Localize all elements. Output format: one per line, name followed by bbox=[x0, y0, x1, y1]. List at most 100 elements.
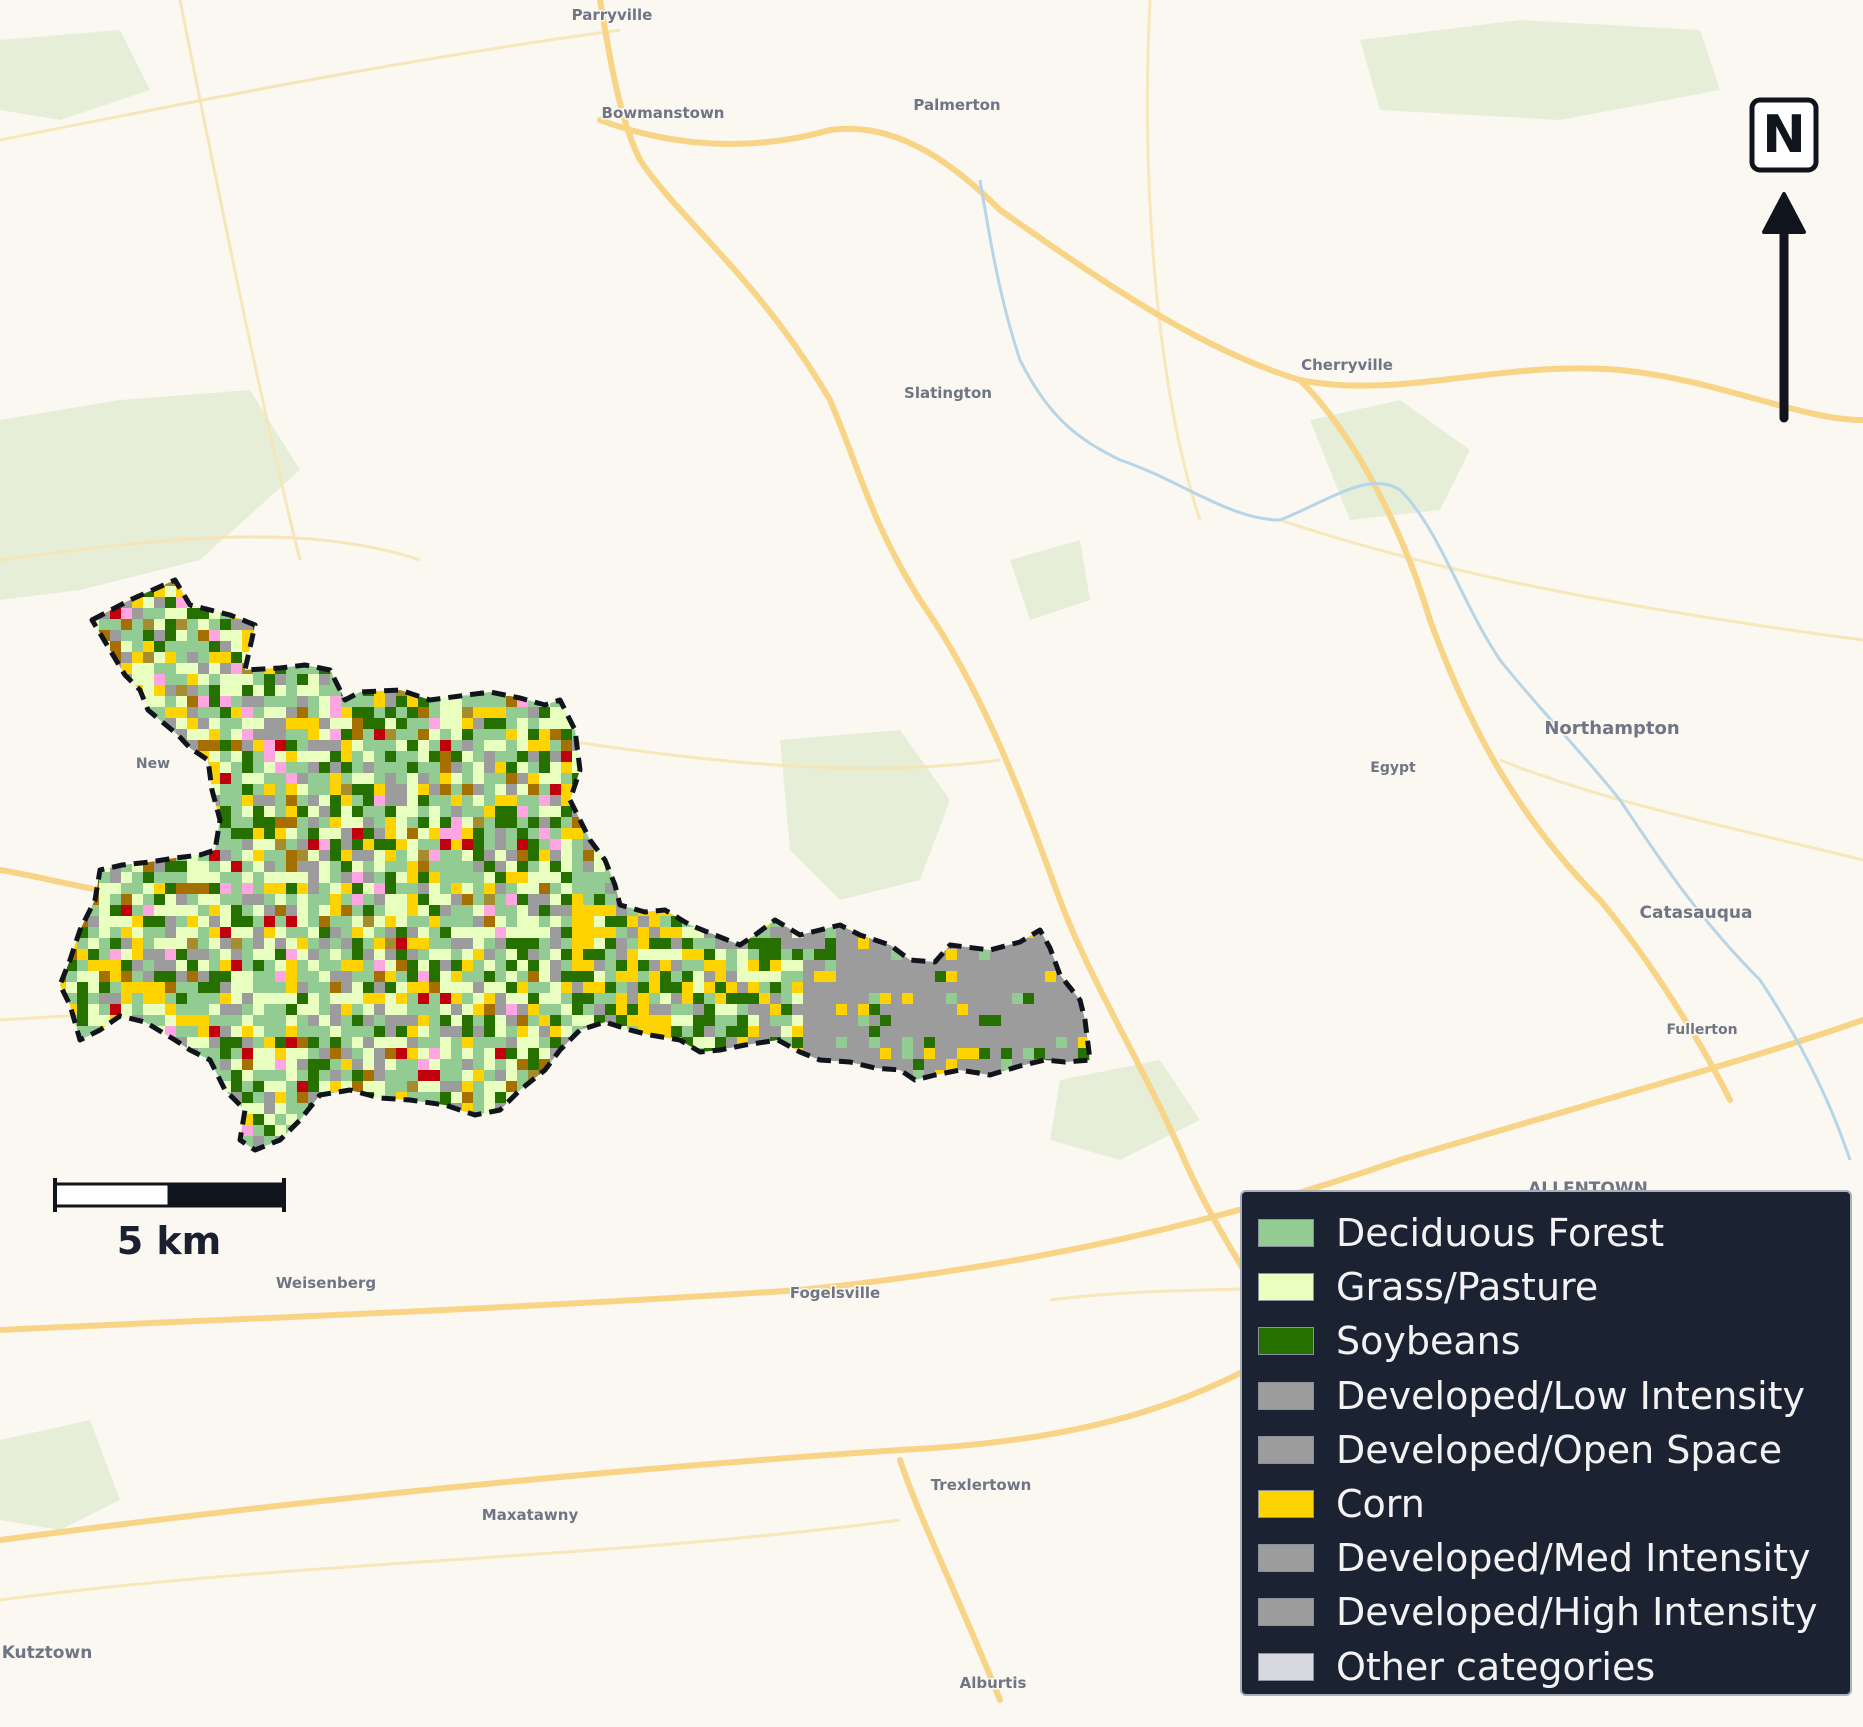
raster-cell bbox=[781, 1026, 792, 1037]
raster-cell bbox=[341, 828, 352, 839]
raster-cell bbox=[451, 817, 462, 828]
raster-cell bbox=[946, 1037, 957, 1048]
raster-cell bbox=[880, 982, 891, 993]
raster-cell bbox=[363, 861, 374, 872]
raster-cell bbox=[165, 586, 176, 597]
raster-cell bbox=[418, 1026, 429, 1037]
raster-cell bbox=[539, 817, 550, 828]
raster-cell bbox=[264, 927, 275, 938]
raster-cell bbox=[231, 861, 242, 872]
raster-cell bbox=[550, 817, 561, 828]
raster-cell bbox=[528, 839, 539, 850]
raster-cell bbox=[407, 1004, 418, 1015]
raster-cell bbox=[627, 993, 638, 1004]
raster-cell bbox=[605, 982, 616, 993]
raster-cell bbox=[220, 641, 231, 652]
raster-cell bbox=[946, 971, 957, 982]
raster-cell bbox=[781, 1015, 792, 1026]
raster-cell bbox=[319, 993, 330, 1004]
raster-cell bbox=[1001, 1026, 1012, 1037]
raster-cell bbox=[374, 949, 385, 960]
raster-cell bbox=[407, 938, 418, 949]
raster-cell bbox=[451, 740, 462, 751]
raster-cell bbox=[341, 927, 352, 938]
raster-cell bbox=[506, 784, 517, 795]
raster-cell bbox=[583, 927, 594, 938]
raster-cell bbox=[858, 1037, 869, 1048]
raster-cell bbox=[319, 1059, 330, 1070]
raster-cell bbox=[220, 751, 231, 762]
raster-cell bbox=[286, 905, 297, 916]
raster-cell bbox=[968, 993, 979, 1004]
raster-cell bbox=[781, 960, 792, 971]
raster-cell bbox=[275, 696, 286, 707]
raster-cell bbox=[264, 828, 275, 839]
raster-cell bbox=[308, 1081, 319, 1092]
raster-cell bbox=[792, 993, 803, 1004]
raster-cell bbox=[165, 597, 176, 608]
raster-cell bbox=[220, 729, 231, 740]
raster-cell bbox=[891, 960, 902, 971]
raster-cell bbox=[451, 773, 462, 784]
raster-cell bbox=[242, 784, 253, 795]
raster-cell bbox=[825, 949, 836, 960]
raster-cell bbox=[286, 1103, 297, 1114]
raster-cell bbox=[220, 993, 231, 1004]
raster-cell bbox=[275, 927, 286, 938]
raster-cell bbox=[715, 1026, 726, 1037]
raster-cell bbox=[594, 1004, 605, 1015]
raster-cell bbox=[198, 949, 209, 960]
raster-cell bbox=[165, 872, 176, 883]
raster-cell bbox=[935, 993, 946, 1004]
raster-cell bbox=[682, 927, 693, 938]
raster-cell bbox=[561, 773, 572, 784]
raster-cell bbox=[352, 718, 363, 729]
raster-cell bbox=[363, 707, 374, 718]
raster-cell bbox=[176, 894, 187, 905]
raster-cell bbox=[363, 883, 374, 894]
raster-cell bbox=[165, 652, 176, 663]
raster-cell bbox=[374, 1048, 385, 1059]
raster-cell bbox=[979, 1037, 990, 1048]
raster-cell bbox=[132, 663, 143, 674]
raster-cell bbox=[231, 982, 242, 993]
raster-cell bbox=[715, 1004, 726, 1015]
raster-cell bbox=[341, 1004, 352, 1015]
raster-cell bbox=[352, 1037, 363, 1048]
raster-cell bbox=[341, 806, 352, 817]
raster-cell bbox=[1045, 1015, 1056, 1026]
raster-cell bbox=[462, 894, 473, 905]
raster-cell bbox=[396, 872, 407, 883]
raster-cell bbox=[726, 1015, 737, 1026]
raster-cell bbox=[550, 905, 561, 916]
raster-cell bbox=[374, 1004, 385, 1015]
raster-cell bbox=[297, 751, 308, 762]
raster-cell bbox=[209, 938, 220, 949]
raster-cell bbox=[528, 850, 539, 861]
raster-cell bbox=[264, 773, 275, 784]
raster-cell bbox=[220, 850, 231, 861]
raster-cell bbox=[946, 1015, 957, 1026]
raster-cell bbox=[902, 1059, 913, 1070]
raster-cell bbox=[264, 982, 275, 993]
raster-cell bbox=[308, 850, 319, 861]
raster-cell bbox=[385, 762, 396, 773]
raster-cell bbox=[165, 883, 176, 894]
raster-cell bbox=[198, 1037, 209, 1048]
raster-cell bbox=[308, 938, 319, 949]
raster-cell bbox=[528, 1026, 539, 1037]
raster-cell bbox=[132, 927, 143, 938]
raster-cell bbox=[264, 1048, 275, 1059]
raster-cell bbox=[484, 707, 495, 718]
raster-cell bbox=[275, 773, 286, 784]
raster-cell bbox=[242, 905, 253, 916]
raster-cell bbox=[275, 1125, 286, 1136]
raster-cell bbox=[407, 828, 418, 839]
raster-cell bbox=[253, 1037, 264, 1048]
place-label: Catasauqua bbox=[1640, 903, 1753, 923]
raster-cell bbox=[275, 971, 286, 982]
raster-cell bbox=[473, 806, 484, 817]
raster-cell bbox=[374, 861, 385, 872]
raster-cell bbox=[528, 1015, 539, 1026]
raster-cell bbox=[506, 1004, 517, 1015]
